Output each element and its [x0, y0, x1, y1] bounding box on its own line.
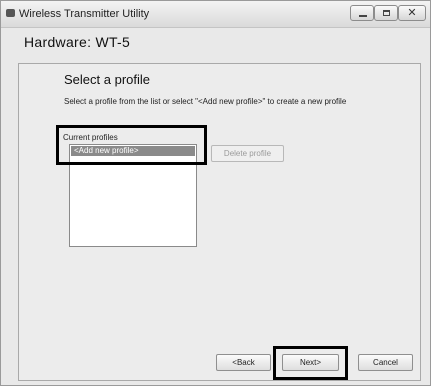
panel-description: Select a profile from the list or select…	[64, 97, 347, 106]
minimize-button[interactable]	[350, 5, 374, 21]
app-window: Wireless Transmitter Utility ✕ Hardware:…	[0, 0, 431, 386]
close-button[interactable]: ✕	[398, 5, 426, 21]
minimize-icon	[359, 15, 367, 17]
window-title: Wireless Transmitter Utility	[19, 8, 150, 20]
hardware-title: Hardware: WT-5	[24, 34, 131, 50]
title-bar[interactable]: Wireless Transmitter Utility ✕	[1, 1, 430, 28]
maximize-icon	[383, 10, 390, 16]
panel-heading: Select a profile	[64, 72, 150, 87]
close-icon: ✕	[407, 7, 417, 19]
cancel-button[interactable]: Cancel	[358, 354, 413, 371]
app-icon	[6, 9, 15, 17]
delete-profile-button[interactable]: Delete profile	[211, 145, 284, 162]
next-highlight-frame	[273, 346, 348, 380]
maximize-button[interactable]	[374, 5, 398, 21]
listbox-highlight-frame	[56, 125, 207, 165]
back-button[interactable]: <Back	[216, 354, 271, 371]
